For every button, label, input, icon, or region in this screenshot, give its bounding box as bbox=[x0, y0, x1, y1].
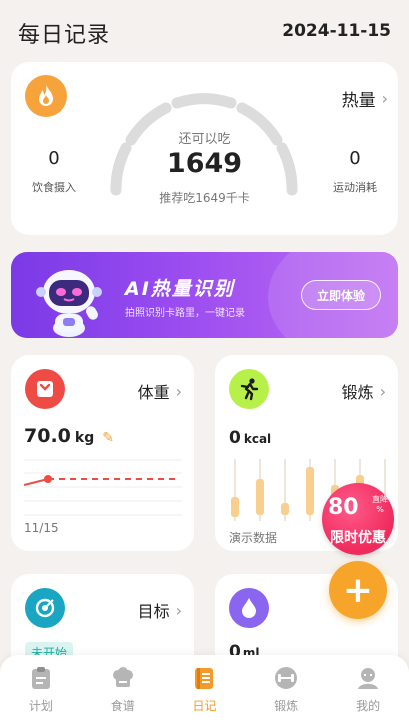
chevron-right-icon: › bbox=[379, 381, 386, 401]
weight-unit: kg bbox=[74, 430, 95, 446]
ai-calorie-banner[interactable]: AI热量识别 拍照识别卡路里，一键记录 立即体验 bbox=[11, 252, 398, 338]
scale-icon bbox=[25, 369, 65, 409]
exercise-value-row: 0 kcal bbox=[229, 428, 271, 448]
intake-label: 饮食摄入 bbox=[32, 181, 76, 194]
weight-value: 70.0 bbox=[24, 425, 71, 447]
tab-label: 我的 bbox=[356, 699, 381, 713]
limited-offer-badge[interactable]: 80 直降 % 限时优惠 bbox=[322, 483, 394, 555]
exercise-link-label: 锻炼 bbox=[341, 383, 374, 402]
try-now-button[interactable]: 立即体验 bbox=[301, 280, 381, 310]
water-drop-icon bbox=[229, 588, 269, 628]
weight-value-row: 70.0 kg ✎ bbox=[24, 425, 114, 447]
calorie-detail-link[interactable]: 热量 › bbox=[342, 86, 388, 111]
weight-card[interactable]: 体重 › 70.0 kg ✎ 11/15 bbox=[11, 355, 194, 551]
target-icon bbox=[25, 588, 65, 628]
user-icon bbox=[355, 665, 381, 691]
plus-icon: + bbox=[342, 569, 374, 611]
exercise-unit: kcal bbox=[243, 432, 272, 446]
edit-pencil-icon[interactable]: ✎ bbox=[102, 430, 114, 446]
diary-icon bbox=[191, 665, 217, 691]
tab-diary[interactable]: 日记 bbox=[164, 655, 246, 727]
weight-point bbox=[44, 475, 52, 483]
goal-link-label: 目标 bbox=[137, 602, 170, 621]
intake-stat: 0 饮食摄入 bbox=[14, 148, 94, 195]
chevron-right-icon: › bbox=[381, 89, 388, 108]
demo-data-label: 演示数据 bbox=[229, 531, 278, 545]
promo-small-text: 直降 bbox=[372, 495, 388, 504]
tab-plan[interactable]: 计划 bbox=[0, 655, 82, 727]
weight-detail-link[interactable]: 体重 › bbox=[138, 379, 182, 403]
calorie-card[interactable]: 热量 › 还可以吃 1649 推荐吃1649千卡 0 饮食摄入 0 运动消耗 bbox=[11, 62, 398, 235]
tab-workout[interactable]: 锻炼 bbox=[245, 655, 327, 727]
tab-label: 食谱 bbox=[110, 699, 135, 713]
promo-percent: 80 bbox=[328, 495, 359, 520]
dumbbell-icon bbox=[273, 665, 299, 691]
flame-icon bbox=[25, 75, 67, 117]
tab-label: 计划 bbox=[28, 699, 53, 713]
banner-title: AI热量识别 bbox=[125, 278, 235, 300]
burn-value: 0 bbox=[349, 148, 361, 169]
promo-percent-symbol: % bbox=[376, 505, 384, 514]
intake-value: 0 bbox=[48, 148, 60, 169]
tab-profile[interactable]: 我的 bbox=[327, 655, 409, 727]
chevron-right-icon: › bbox=[175, 381, 182, 401]
banner-subtitle: 拍照识别卡路里，一键记录 bbox=[125, 308, 245, 319]
robot-mascot-icon bbox=[36, 270, 102, 337]
running-icon bbox=[229, 369, 269, 409]
weight-link-label: 体重 bbox=[137, 383, 170, 402]
goal-detail-link[interactable]: 目标 › bbox=[138, 598, 182, 622]
add-record-button[interactable]: + bbox=[329, 561, 387, 619]
exercise-value: 0 bbox=[229, 428, 241, 448]
burn-stat: 0 运动消耗 bbox=[315, 148, 395, 195]
calorie-link-label: 热量 bbox=[341, 91, 376, 111]
exercise-detail-link[interactable]: 锻炼 › bbox=[342, 379, 386, 403]
remaining-label: 还可以吃 bbox=[178, 132, 231, 147]
promo-label: 限时优惠 bbox=[330, 530, 386, 546]
promo-small: 直降 % bbox=[372, 495, 388, 515]
date-selector[interactable]: 2024-11-15 bbox=[282, 21, 391, 41]
tab-label: 锻炼 bbox=[274, 699, 299, 713]
tab-label: 日记 bbox=[192, 699, 217, 713]
chef-hat-icon bbox=[110, 665, 136, 691]
bottom-tab-bar: 计划 食谱 日记 锻炼 我的 bbox=[0, 655, 409, 727]
weight-trend-chart bbox=[24, 459, 182, 516]
burn-label: 运动消耗 bbox=[333, 181, 377, 194]
page-title: 每日记录 bbox=[18, 23, 111, 48]
clipboard-icon bbox=[28, 665, 54, 691]
top-header: 每日记录 2024-11-15 bbox=[0, 0, 409, 62]
chevron-right-icon: › bbox=[175, 600, 182, 620]
weight-date-label: 11/15 bbox=[24, 521, 59, 535]
tab-recipes[interactable]: 食谱 bbox=[82, 655, 164, 727]
